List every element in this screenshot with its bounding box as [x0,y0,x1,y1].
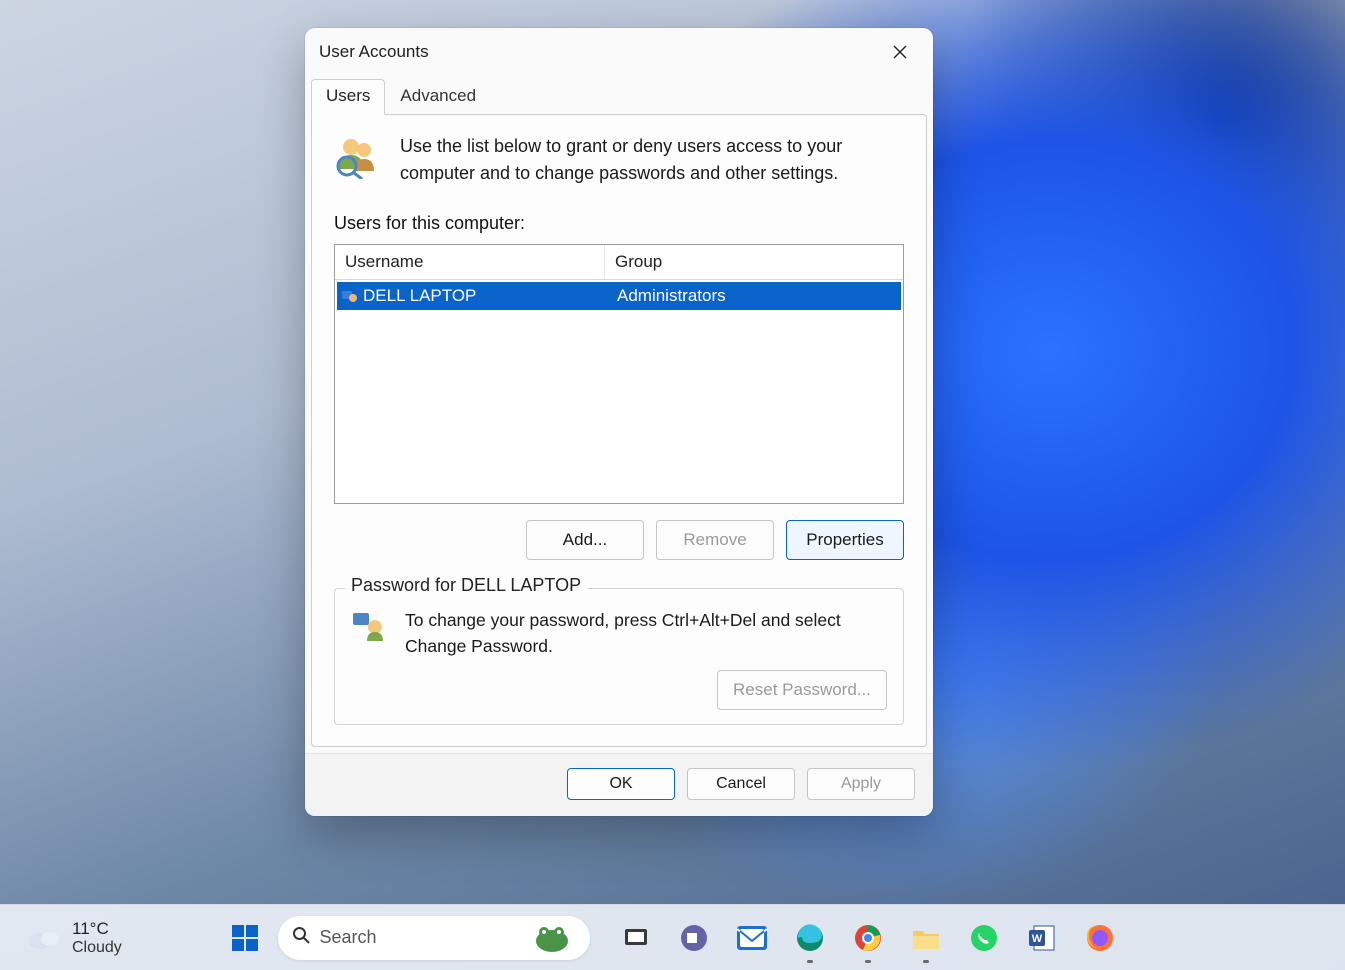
password-groupbox: Password for DELL LAPTOP To change your … [334,588,904,725]
key-user-icon [351,607,387,648]
reset-password-button[interactable]: Reset Password... [717,670,887,710]
taskbar: 11°C Cloudy Search [0,904,1345,970]
col-username[interactable]: Username [335,245,605,279]
taskbar-search[interactable]: Search [278,916,590,960]
cloud-icon [26,925,60,951]
row-username: DELL LAPTOP [361,286,607,306]
close-button[interactable] [881,36,919,68]
mail-icon [736,925,768,951]
firefox-icon [1085,923,1115,953]
file-explorer-button[interactable] [908,920,944,956]
word-icon: W [1027,923,1057,953]
users-icon [334,133,380,179]
firefox-button[interactable] [1082,920,1118,956]
list-body: DELL LAPTOP Administrators [337,282,901,501]
weather-condition: Cloudy [72,939,122,957]
svg-text:W: W [1031,933,1042,945]
dialog-bottom-buttons: OK Cancel Apply [305,753,933,816]
table-row[interactable]: DELL LAPTOP Administrators [337,282,901,310]
col-group[interactable]: Group [605,245,903,279]
intro-text: Use the list below to grant or deny user… [400,133,904,187]
start-button[interactable] [228,921,262,955]
users-section-label: Users for this computer: [334,213,904,234]
tab-advanced[interactable]: Advanced [385,79,491,115]
task-view-icon [622,924,650,952]
password-text: To change your password, press Ctrl+Alt+… [405,607,887,660]
search-decoration-icon [526,921,576,955]
row-group: Administrators [607,286,901,306]
task-view-button[interactable] [618,920,654,956]
ok-button[interactable]: OK [567,768,675,800]
teams-icon [679,923,709,953]
chrome-icon [853,923,883,953]
list-header: Username Group [335,245,903,280]
word-button[interactable]: W [1024,920,1060,956]
remove-button[interactable]: Remove [656,520,774,560]
titlebar[interactable]: User Accounts [305,28,933,76]
mail-button[interactable] [734,920,770,956]
search-icon [292,926,310,950]
cancel-button[interactable]: Cancel [687,768,795,800]
users-listbox[interactable]: Username Group DELL LAPTOP Administrator… [334,244,904,504]
windows-icon [230,923,260,953]
desktop: User Accounts Users Advanced [0,0,1345,970]
tabs: Users Advanced [305,78,933,114]
whatsapp-button[interactable] [966,920,1002,956]
teams-button[interactable] [676,920,712,956]
edge-button[interactable] [792,920,828,956]
tab-panel-users: Use the list below to grant or deny user… [311,114,927,747]
close-icon [893,45,907,59]
add-button[interactable]: Add... [526,520,644,560]
apply-button[interactable]: Apply [807,768,915,800]
chrome-button[interactable] [850,920,886,956]
edge-icon [795,923,825,953]
whatsapp-icon [969,923,999,953]
weather-widget[interactable]: 11°C Cloudy [26,919,122,957]
password-legend: Password for DELL LAPTOP [345,575,587,596]
weather-temp: 11°C [72,919,122,939]
window-title: User Accounts [319,42,429,62]
search-placeholder: Search [320,927,516,948]
user-row-icon [341,288,361,304]
tab-users[interactable]: Users [311,79,385,115]
folder-icon [911,925,941,951]
user-accounts-dialog: User Accounts Users Advanced [305,28,933,816]
properties-button[interactable]: Properties [786,520,904,560]
